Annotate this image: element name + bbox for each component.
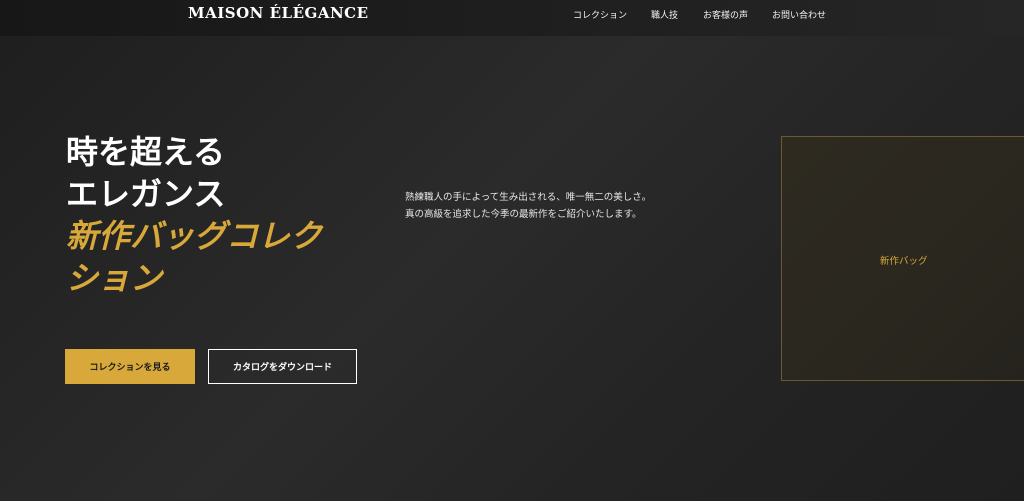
nav-link-contact[interactable]: お問い合わせ — [772, 8, 826, 21]
hero-description-line-2: 真の高級を追求した今季の最新作をご紹介いたします。 — [405, 209, 642, 220]
hero-highlight-line-1: 新作バッグコレク — [66, 217, 323, 255]
hero-description: 熟練職人の手によって生み出される、唯一無二の美しさ。 真の高級を追求した今季の最… — [405, 189, 651, 223]
hero-description-line-1: 熟練職人の手によって生み出される、唯一無二の美しさ。 — [405, 192, 652, 203]
top-navbar: MAISON ÉLÉGANCE コレクション 職人技 お客様の声 お問い合わせ — [0, 0, 1024, 36]
nav-link-collection[interactable]: コレクション — [573, 8, 627, 21]
nav-link-testimonials[interactable]: お客様の声 — [703, 8, 748, 21]
hero-highlight-line-2: ション — [66, 259, 163, 297]
view-collection-button[interactable]: コレクションを見る — [65, 349, 195, 384]
hero-title-line-2: エレガンス — [66, 175, 226, 213]
product-image-placeholder[interactable]: 新作バッグ — [781, 136, 1024, 381]
download-catalog-button[interactable]: カタログをダウンロード — [208, 349, 357, 384]
brand-logo[interactable]: MAISON ÉLÉGANCE — [188, 4, 369, 22]
landing-page: MAISON ÉLÉGANCE コレクション 職人技 お客様の声 お問い合わせ … — [0, 0, 1024, 501]
hero-title-line-1: 時を超える — [66, 133, 226, 171]
hero-title: 時を超える エレガンス 新作バッグコレク ション — [66, 131, 366, 299]
nav-link-craftsmanship[interactable]: 職人技 — [651, 8, 678, 21]
product-label: 新作バッグ — [880, 256, 928, 267]
